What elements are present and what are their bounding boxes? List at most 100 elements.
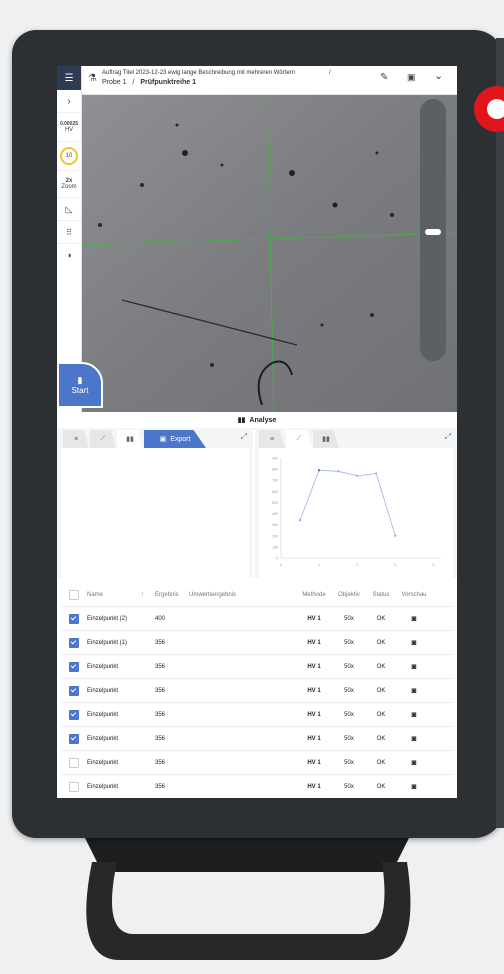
row-result: 356 xyxy=(155,663,166,670)
camera-preview-icon[interactable]: ◙ xyxy=(397,734,431,743)
camera-preview-icon[interactable]: ◙ xyxy=(397,638,431,647)
folder-icon[interactable]: ▣ xyxy=(407,72,416,83)
table-row[interactable]: Einzelpunkt 356 HV 1 50x OK ◙ xyxy=(61,655,453,679)
row-objective: 50x xyxy=(344,759,354,766)
objective-circle: 10 xyxy=(60,147,78,165)
expand-icon[interactable]: ⤢ xyxy=(241,432,247,442)
tab-list-right[interactable]: ≡ xyxy=(259,430,285,448)
header: ⚗ Auftrag Titel 2023-12-23 ewig lange Be… xyxy=(82,66,457,95)
table-row[interactable]: Einzelpunkt 356 HV 1 50x OK ◙ xyxy=(61,679,453,703)
camera-preview-icon[interactable]: ◙ xyxy=(397,662,431,671)
tab-list[interactable]: ≡ xyxy=(63,430,89,448)
export-icon: ▣ xyxy=(159,436,167,443)
left-panel: ≡ ⟋ ▮▮ ▣ Export ⤢ xyxy=(57,428,253,578)
bezel-edge xyxy=(496,38,504,828)
chevron-down-icon[interactable]: ⌄ xyxy=(434,69,443,82)
camera-preview-icon[interactable]: ◙ xyxy=(397,758,431,767)
select-all-checkbox[interactable] xyxy=(69,590,79,600)
row-checkbox[interactable] xyxy=(69,709,79,720)
objective-selector[interactable]: 10 xyxy=(57,142,81,170)
col-result[interactable]: Ergebnis xyxy=(155,592,189,598)
row-status: OK xyxy=(376,687,386,694)
row-result: 400 xyxy=(155,615,166,622)
camera-preview-icon[interactable]: ◙ xyxy=(397,710,431,719)
col-converted[interactable]: Umwerteergebnis xyxy=(189,592,295,598)
y-tick-label: 100 xyxy=(272,545,278,549)
start-button[interactable]: ▮ Start xyxy=(57,362,103,408)
col-objective[interactable]: Objektiv xyxy=(333,592,365,598)
row-name: Einzelpunkt xyxy=(87,687,119,694)
sort-icon[interactable]: ↑ xyxy=(141,592,155,598)
focus-slider-knob[interactable] xyxy=(425,229,441,235)
table-row[interactable]: Einzelpunkt 356 HV 1 50x OK ◙ xyxy=(61,727,453,751)
col-name[interactable]: Name xyxy=(87,592,141,598)
measure-icon[interactable]: ◺ xyxy=(57,197,81,220)
zoom-control[interactable]: 2x Zoom xyxy=(57,170,81,197)
menu-icon[interactable]: ☰ xyxy=(57,66,81,90)
table-row[interactable]: Einzelpunkt (1) 356 HV 1 50x OK ◙ xyxy=(61,631,453,655)
table-row[interactable]: Einzelpunkt 356 HV 1 50x OK ◙ xyxy=(61,703,453,727)
table-row[interactable]: Einzelpunkt 356 HV 1 50x OK ◙ xyxy=(61,751,453,775)
row-checkbox[interactable] xyxy=(69,637,79,648)
col-status[interactable]: Status xyxy=(365,592,397,598)
focus-slider[interactable] xyxy=(420,99,446,361)
breadcrumb-sample[interactable]: Probe 1 xyxy=(102,79,127,86)
layers-icon[interactable]: ◑ xyxy=(57,243,81,266)
row-status: OK xyxy=(376,615,386,622)
chevron-right-icon[interactable]: › xyxy=(57,90,81,112)
row-name: Einzelpunkt xyxy=(87,663,119,670)
row-method: HV 1 xyxy=(307,783,321,790)
start-label: Start xyxy=(71,386,89,395)
row-status: OK xyxy=(376,663,386,670)
col-method[interactable]: Methode xyxy=(295,592,333,598)
row-objective: 50x xyxy=(344,663,354,670)
row-checkbox[interactable] xyxy=(69,661,79,672)
y-tick-label: 600 xyxy=(272,490,278,494)
col-preview[interactable]: Vorschau xyxy=(397,592,431,598)
data-point xyxy=(355,474,359,477)
camera-preview-icon[interactable]: ◙ xyxy=(397,614,431,623)
tab-line-chart-right[interactable]: ⟋ xyxy=(286,430,312,448)
series-line xyxy=(299,469,396,536)
analyse-bar[interactable]: ▮▮ Analyse xyxy=(57,412,457,429)
row-name: Einzelpunkt xyxy=(87,783,119,790)
grid-icon[interactable]: ⠿ xyxy=(57,220,81,243)
camera-preview-icon[interactable]: ◙ xyxy=(397,782,431,791)
hardness-readout[interactable]: 0.00025 HV xyxy=(57,112,81,142)
chart-container: 0 100 200 300 400 500 600 700 800 900 0 1 2 3 4 xyxy=(259,448,453,578)
row-method: HV 1 xyxy=(307,759,321,766)
tab-bar-chart-right[interactable]: ▮▮ xyxy=(313,430,339,448)
y-tick-label: 500 xyxy=(272,501,278,505)
table-row[interactable]: Einzelpunkt (2) 400 HV 1 50x OK ◙ xyxy=(61,607,453,631)
right-panel: ≡ ⟋ ▮▮ ⤢ 0 100 200 300 400 500 600 700 800 900 0 1 2… xyxy=(255,428,457,578)
row-method: HV 1 xyxy=(307,615,321,622)
export-button[interactable]: ▣ Export xyxy=(144,430,206,448)
device-stand xyxy=(82,832,412,961)
x-tick-label: 1 xyxy=(318,563,320,567)
right-tabs: ≡ ⟋ ▮▮ xyxy=(255,428,457,448)
row-checkbox[interactable] xyxy=(69,781,79,792)
row-name: Einzelpunkt (1) xyxy=(87,639,128,646)
expand-icon-right[interactable]: ⤢ xyxy=(445,432,451,442)
row-checkbox[interactable] xyxy=(69,613,79,624)
row-status: OK xyxy=(376,639,386,646)
camera-preview-icon[interactable]: ◙ xyxy=(397,686,431,695)
camera-view[interactable]: ⇪ ⚠ 5 2x ◉ xyxy=(82,95,457,412)
x-tick-label: 2 xyxy=(356,563,358,567)
tab-bar-chart[interactable]: ▮▮ xyxy=(117,430,143,448)
row-status: OK xyxy=(376,783,386,790)
edit-icon[interactable]: ✎ xyxy=(380,72,388,83)
row-checkbox[interactable] xyxy=(69,757,79,768)
row-checkbox[interactable] xyxy=(69,733,79,744)
row-method: HV 1 xyxy=(307,663,321,670)
y-tick-label: 300 xyxy=(272,523,278,527)
row-result: 356 xyxy=(155,639,166,646)
y-tick-label: 800 xyxy=(272,468,278,472)
table-row[interactable]: Einzelpunkt 356 HV 1 50x OK ◙ xyxy=(61,775,453,798)
row-checkbox[interactable] xyxy=(69,685,79,696)
sidebar: ☰ › 0.00025 HV 10 2x Zoom ◺ ⠿ ◑ xyxy=(57,66,82,412)
left-tabs: ≡ ⟋ ▮▮ ▣ Export xyxy=(57,428,253,448)
row-status: OK xyxy=(376,759,386,766)
tab-line-chart[interactable]: ⟋ xyxy=(90,430,116,448)
breadcrumb-series[interactable]: Prüfpunktreihe 1 xyxy=(140,79,196,86)
